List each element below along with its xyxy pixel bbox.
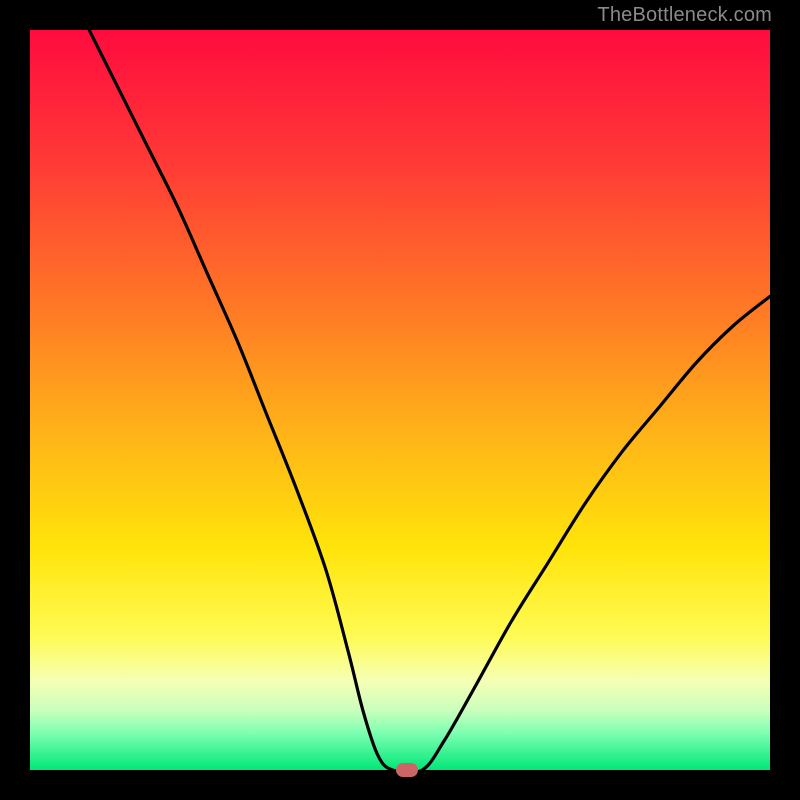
plot-area <box>30 30 770 770</box>
optimal-point-marker <box>396 763 418 777</box>
chart-frame: TheBottleneck.com <box>0 0 800 800</box>
watermark-text: TheBottleneck.com <box>597 4 772 27</box>
bottleneck-curve <box>89 30 770 770</box>
curve-svg <box>30 30 770 770</box>
